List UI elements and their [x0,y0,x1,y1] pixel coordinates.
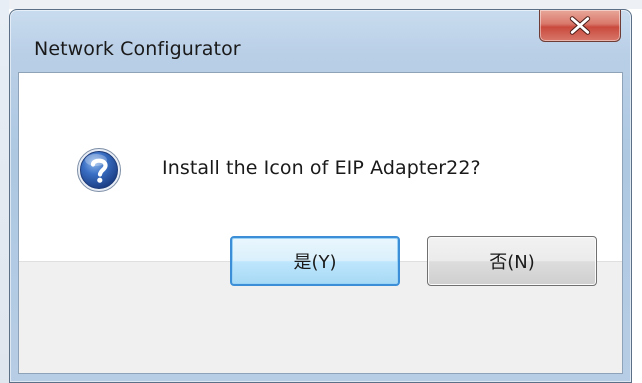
yes-button[interactable]: 是(Y) [230,236,400,286]
message-dialog: Network Configurator Install the Icon of… [9,9,632,383]
no-button[interactable]: 否(N) [427,236,597,286]
no-button-label: 否(N) [489,252,535,273]
question-icon [77,148,121,192]
desktop-background-top [0,0,642,9]
message-area: Install the Icon of EIP Adapter22? [19,73,622,261]
dialog-titlebar[interactable]: Network Configurator [10,10,631,72]
close-button[interactable] [539,10,621,42]
dialog-title: Network Configurator [34,38,241,60]
yes-button-label: 是(Y) [293,252,337,273]
dialog-message: Install the Icon of EIP Adapter22? [162,157,481,179]
desktop-background-left [0,0,9,383]
close-icon [569,16,591,35]
dialog-content: Install the Icon of EIP Adapter22? [18,72,623,374]
